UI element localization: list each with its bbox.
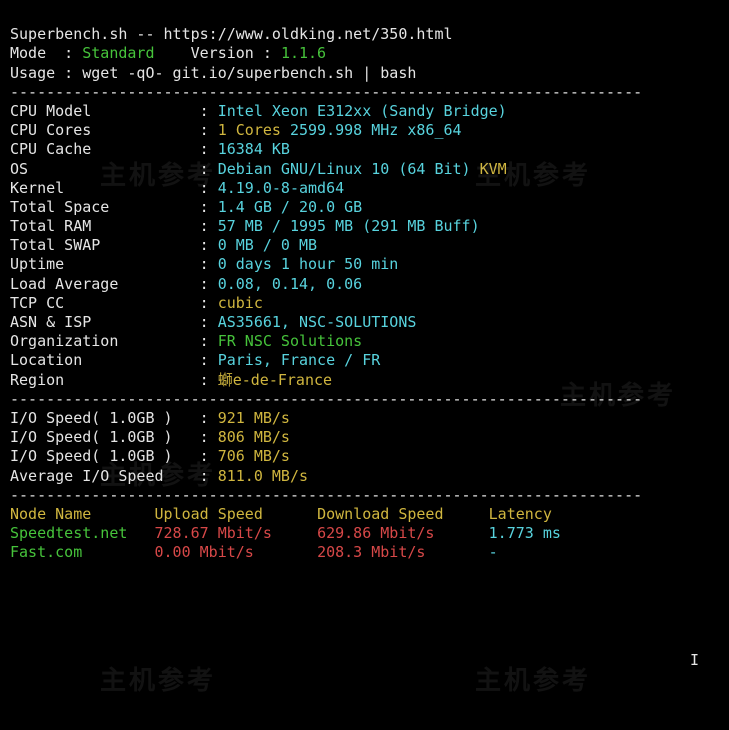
org: FR NSC Solutions [218,332,363,350]
head-up: Upload Speed [155,505,263,523]
row0-dn: 629.86 Mbit/s [317,524,434,542]
row1-up: 0.00 Mbit/s [155,543,254,561]
uptime: 0 days 1 hour 50 min [218,255,399,273]
head-dn: Download Speed [317,505,443,523]
kernel: 4.19.0-8-amd64 [218,179,344,197]
io1: 921 MB/s [218,409,290,427]
label-io1: I/O Speed( 1.0GB ) [10,409,173,427]
mode-value: Standard [82,44,154,62]
label-swap: Total SWAP [10,236,100,254]
row1-dn: 208.3 Mbit/s [317,543,425,561]
cpu-cache: 16384 KB [218,140,290,158]
asn: AS35661, NSC-SOLUTIONS [218,313,417,331]
cpu-cores-count: 1 Cores [218,121,281,139]
label-load: Load Average [10,275,118,293]
watermark-text: 主机参考 [475,665,591,698]
text-cursor: I [690,651,699,670]
row0-lat: 1.773 ms [489,524,561,542]
label-space: Total Space [10,198,109,216]
cpu-cores-freq: 2599.998 MHz x86_64 [281,121,462,139]
swap: 0 MB / 0 MB [218,236,317,254]
row1-name: Fast.com [10,543,82,561]
divider: ----------------------------------------… [10,486,642,504]
watermark-text: 主机参考 [100,160,216,193]
header-line: Superbench.sh -- https://www.oldking.net… [10,25,453,43]
space: 1.4 GB / 20.0 GB [218,198,363,216]
head-node: Node Name [10,505,91,523]
mode-label: Mode : [10,44,82,62]
os: Debian GNU/Linux 10 (64 Bit) [218,160,471,178]
row1-lat: - [489,543,498,561]
label-io2: I/O Speed( 1.0GB ) [10,428,173,446]
virt: KVM [471,160,507,178]
io2: 806 MB/s [218,428,290,446]
label-cpu-cores: CPU Cores [10,121,91,139]
io-avg: 811.0 MB/s [218,467,308,485]
version-label: Version : [191,44,281,62]
label-io3: I/O Speed( 1.0GB ) [10,447,173,465]
label-uptime: Uptime [10,255,64,273]
label-org: Organization [10,332,118,350]
terminal-output: Superbench.sh -- https://www.oldking.net… [0,0,729,730]
divider: ----------------------------------------… [10,390,642,408]
usage-line: Usage : wget -qO- git.io/superbench.sh |… [10,64,416,82]
version-value: 1.1.6 [281,44,326,62]
ram: 57 MB / 1995 MB (291 MB Buff) [218,217,480,235]
head-lat: Latency [489,505,552,523]
row0-name: Speedtest.net [10,524,127,542]
label-reg: Region [10,371,64,389]
label-tcp: TCP CC [10,294,64,312]
cpu-model: Intel Xeon E312xx (Sandy Bridge) [218,102,507,120]
tcp: cubic [218,294,263,312]
reg: 螄e-de-France [218,371,332,389]
loc: Paris, France / FR [218,351,381,369]
label-asn: ASN & ISP [10,313,91,331]
label-io-avg: Average I/O Speed [10,467,164,485]
divider: ----------------------------------------… [10,83,642,101]
row0-up: 728.67 Mbit/s [155,524,272,542]
label-ram: Total RAM [10,217,91,235]
watermark-text: 主机参考 [100,665,216,698]
label-loc: Location [10,351,82,369]
io3: 706 MB/s [218,447,290,465]
label-kernel: Kernel [10,179,64,197]
label-cpu-model: CPU Model [10,102,91,120]
label-cpu-cache: CPU Cache [10,140,91,158]
load: 0.08, 0.14, 0.06 [218,275,363,293]
label-os: OS [10,160,28,178]
